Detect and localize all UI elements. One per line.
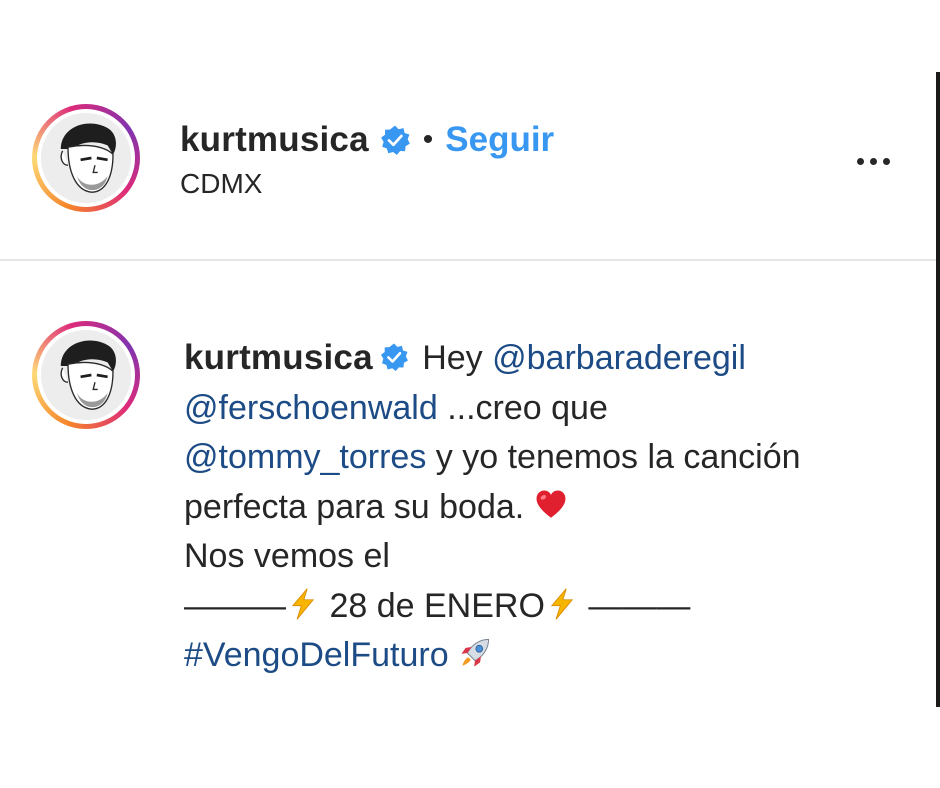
mention-barbaraderegil[interactable]: @barbaraderegil (492, 339, 746, 377)
mention-tommy-torres[interactable]: @tommy_torres (184, 438, 426, 476)
avatar-image (41, 113, 131, 203)
verified-badge-icon (380, 125, 410, 155)
rocket-emoji (461, 638, 490, 667)
date-label: 28 de ENERO (329, 586, 545, 625)
right-edge-rule (936, 72, 940, 707)
hashtag-vengodelfuturo[interactable]: #VengoDelFuturo (184, 636, 449, 674)
header-avatar[interactable] (32, 104, 140, 212)
location-label[interactable]: CDMX (180, 168, 262, 200)
mention-ferschoenwald[interactable]: @ferschoenwald (184, 389, 438, 427)
dash-line-right: ——— (588, 586, 691, 625)
comment-username[interactable]: kurtmusica (184, 338, 373, 377)
post-header: kurtmusica • Seguir CDMX (0, 0, 936, 262)
avatar-portrait-icon (41, 330, 131, 420)
lightning-emoji (550, 587, 574, 620)
heart-emoji (536, 490, 566, 518)
header-divider (0, 259, 936, 261)
avatar-image (41, 330, 131, 420)
comment-avatar[interactable] (32, 321, 140, 429)
caption-text-hey: Hey (422, 339, 483, 377)
header-username[interactable]: kurtmusica (180, 120, 369, 160)
avatar-portrait-icon (41, 113, 131, 203)
caption-text: kurtmusica Hey @barbaraderegil @ferschoe… (184, 333, 884, 681)
caption-text-nos-vemos: Nos vemos el (184, 537, 390, 575)
lightning-emoji (291, 587, 315, 620)
separator-dot: • (422, 123, 434, 156)
header-user-line: kurtmusica • Seguir (180, 118, 554, 162)
follow-button[interactable]: Seguir (445, 120, 554, 160)
verified-badge-icon (380, 343, 408, 371)
caption-text-creo: ...creo que (447, 388, 608, 427)
more-options-icon[interactable] (848, 146, 898, 176)
dash-line-left: ——— (184, 586, 286, 625)
